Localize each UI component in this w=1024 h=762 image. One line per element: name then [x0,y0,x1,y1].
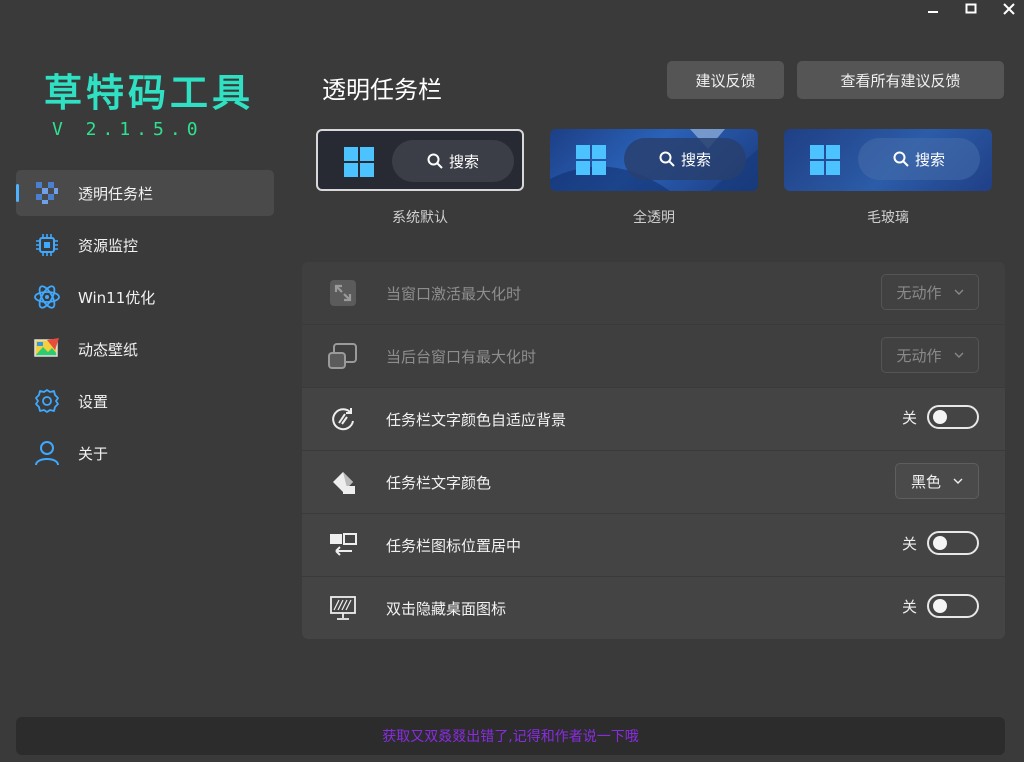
status-message: 获取又双叒叕出错了,记得和作者说一下哦 [382,729,639,745]
chevron-down-icon [954,352,963,358]
preset-fully-transparent[interactable]: 搜索 [550,129,758,191]
preset-system-default[interactable]: 搜索 [316,129,524,191]
sidebar-item-win11-optimize[interactable]: Win11优化 [16,274,274,320]
setting-label: 双击隐藏桌面图标 [386,599,507,618]
sidebar-item-about[interactable]: 关于 [16,430,274,476]
chip-icon [32,230,62,260]
app-version: V 2.1.5.0 [52,119,204,140]
view-all-feedback-button[interactable]: 查看所有建议反馈 [797,61,1004,99]
setting-row-center-icons: 任务栏图标位置居中 关 [302,514,1005,577]
toggle-group: 关 [902,594,979,618]
dropdown-value: 无动作 [896,346,942,365]
preset-caption: 毛玻璃 [867,210,909,226]
sidebar-item-label: 动态壁纸 [78,340,139,359]
auto-text-color-toggle[interactable] [927,405,979,429]
sidebar-item-label: 设置 [78,392,109,411]
action-dropdown[interactable]: 无动作 [881,337,979,373]
toggle-group: 关 [902,531,979,555]
atom-icon [32,282,62,312]
setting-row-active-maximized: 当窗口激活最大化时 无动作 [302,262,1005,325]
background-window-icon [328,341,358,371]
wallpaper-icon [32,334,62,364]
maximize-icon [965,3,977,14]
setting-row-background-maximized: 当后台窗口有最大化时 无动作 [302,325,1005,388]
setting-label: 当后台窗口有最大化时 [386,347,537,366]
toggle-knob [933,410,947,424]
chevron-down-icon [954,289,963,295]
close-button[interactable] [992,0,1024,18]
search-label: 搜索 [680,150,711,169]
search-icon [893,151,909,167]
search-icon [427,153,443,169]
sidebar-item-label: Win11优化 [78,288,156,307]
search-label: 搜索 [448,152,479,171]
maximize-button[interactable] [954,0,988,18]
dropdown-value: 黑色 [910,472,941,491]
checker-icon [32,178,62,208]
setting-label: 任务栏文字颜色 [386,473,492,492]
dropdown-value: 无动作 [896,283,942,302]
preset-caption: 系统默认 [392,210,448,226]
preset-caption: 全透明 [633,210,675,226]
minimize-icon [928,11,938,13]
toggle-knob [933,599,947,613]
preset-search-box: 搜索 [392,140,514,182]
page-title: 透明任务栏 [322,76,442,104]
center-icons-toggle[interactable] [927,531,979,555]
setting-row-text-color: 任务栏文字颜色 黑色 [302,451,1005,514]
setting-label: 任务栏文字颜色自适应背景 [386,410,567,429]
minimize-button[interactable] [916,0,950,18]
feedback-button[interactable]: 建议反馈 [667,61,784,99]
preset-frosted-glass[interactable]: 搜索 [784,129,992,191]
setting-label: 当窗口激活最大化时 [386,284,522,303]
toggle-state-label: 关 [901,534,917,553]
windows-logo-icon [344,147,374,177]
sidebar-item-label: 资源监控 [78,236,139,255]
sidebar-item-settings[interactable]: 设置 [16,378,274,424]
app-name: 草特码工具 [44,70,255,115]
setting-row-auto-text-color: 任务栏文字颜色自适应背景 关 [302,388,1005,451]
sidebar-item-label: 关于 [78,444,109,463]
toggle-knob [933,536,947,550]
action-dropdown[interactable]: 无动作 [881,274,979,310]
maximize-window-icon [328,278,358,308]
search-label: 搜索 [914,150,945,169]
gear-icon [32,386,62,416]
setting-label: 任务栏图标位置居中 [386,536,522,555]
chevron-down-icon [953,478,963,484]
desktop-icon [328,593,358,623]
preset-search-box: 搜索 [858,138,980,180]
sidebar: 透明任务栏 资源监控 Win11优化 动态壁纸 设置 关于 [16,170,274,482]
toggle-state-label: 关 [901,597,917,616]
windows-logo-icon [810,145,840,175]
toggle-state-label: 关 [901,408,917,427]
settings-list: 当窗口激活最大化时 无动作 当后台窗口有最大化时 无动作 任务栏文字颜色自适应背… [302,262,1005,639]
sidebar-item-resource-monitor[interactable]: 资源监控 [16,222,274,268]
sidebar-item-transparent-taskbar[interactable]: 透明任务栏 [16,170,274,216]
search-icon [659,151,675,167]
sidebar-item-live-wallpaper[interactable]: 动态壁纸 [16,326,274,372]
sidebar-item-label: 透明任务栏 [78,184,154,203]
preset-search-box: 搜索 [624,138,746,180]
setting-row-hide-desktop-icons: 双击隐藏桌面图标 关 [302,577,1005,639]
hide-desktop-icons-toggle[interactable] [927,594,979,618]
paint-bucket-icon [328,467,358,497]
text-color-dropdown[interactable]: 黑色 [895,463,979,499]
close-icon [1003,3,1015,15]
user-icon [32,438,62,468]
center-icons-icon [328,530,358,560]
toggle-group: 关 [902,405,979,429]
status-bar: 获取又双叒叕出错了,记得和作者说一下哦 [16,717,1005,755]
auto-color-icon [328,404,358,434]
windows-logo-icon [576,145,606,175]
